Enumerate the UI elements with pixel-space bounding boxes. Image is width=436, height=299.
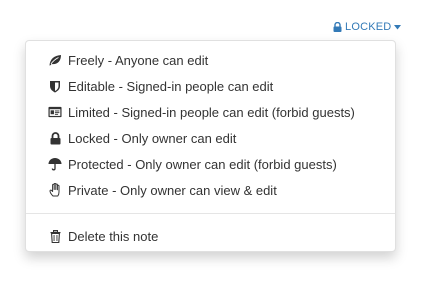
menu-item-label: Protected - Only owner can edit (forbid … [68,156,337,172]
lock-icon [48,131,62,145]
menu-item-locked[interactable]: Locked - Only owner can edit [26,125,395,151]
shield-icon [48,79,62,93]
permission-label: LOCKED [345,21,392,33]
trash-icon [48,229,62,243]
menu-item-protected[interactable]: Protected - Only owner can edit (forbid … [26,151,395,177]
menu-item-editable[interactable]: Editable - Signed-in people can edit [26,73,395,99]
menu-item-label: Limited - Signed-in people can edit (for… [68,104,355,120]
caret-down-icon [394,24,402,30]
menu-item-label: Locked - Only owner can edit [68,130,237,146]
menu-divider [26,213,395,214]
permission-dropdown-menu: Freely - Anyone can edit Editable - Sign… [25,40,396,252]
menu-item-private[interactable]: Private - Only owner can view & edit [26,177,395,203]
umbrella-icon [48,157,62,171]
menu-item-label: Editable - Signed-in people can edit [68,78,274,94]
hand-icon [48,183,62,197]
menu-item-limited[interactable]: Limited - Signed-in people can edit (for… [26,99,395,125]
menu-item-freely[interactable]: Freely - Anyone can edit [26,47,395,73]
id-card-icon [48,105,62,119]
page: LOCKED Freely - Anyone can edit Editable… [0,0,436,299]
permission-dropdown-toggle[interactable]: LOCKED [333,20,402,34]
leaf-icon [48,53,62,67]
menu-item-label: Private - Only owner can view & edit [68,182,277,198]
delete-note-label: Delete this note [68,228,159,244]
menu-item-label: Freely - Anyone can edit [68,52,209,68]
delete-note-button[interactable]: Delete this note [26,223,395,249]
lock-icon [333,22,342,32]
